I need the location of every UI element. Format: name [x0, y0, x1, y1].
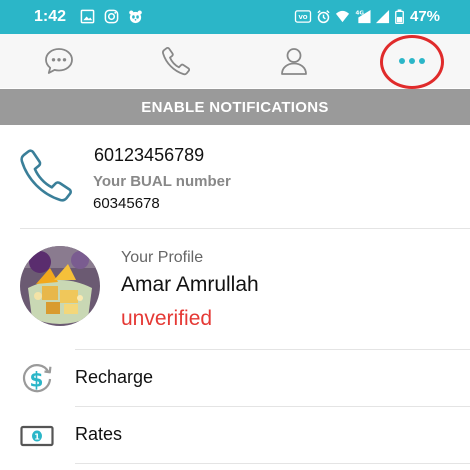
bual-number-label: Your BUAL number	[93, 173, 231, 190]
recharge-dollar-icon: $	[22, 364, 52, 393]
rates-cash-icon: 1	[20, 425, 54, 447]
status-bar: 1:42 VO 4G 47%	[0, 0, 470, 34]
chat-bubble-icon	[44, 48, 73, 74]
gallery-icon	[80, 9, 95, 24]
tab-bar	[0, 34, 470, 89]
tab-contacts[interactable]	[235, 34, 352, 88]
profile-section[interactable]: Your Profile Amar Amrullah unverified	[0, 229, 470, 349]
signal-icon	[375, 9, 390, 24]
wifi-icon	[335, 10, 350, 23]
phone-icon	[20, 149, 72, 202]
menu-item-rates[interactable]: 1 Rates	[0, 407, 470, 463]
menu-label-recharge: Recharge	[75, 367, 154, 387]
svg-text:1: 1	[34, 433, 40, 442]
svg-text:$: $	[30, 368, 44, 392]
profile-name: Amar Amrullah	[121, 273, 259, 296]
instagram-icon	[104, 9, 119, 24]
avatar	[20, 246, 100, 326]
volte-icon: VO	[294, 10, 312, 23]
battery-percentage: 47%	[410, 8, 441, 25]
svg-text:VO: VO	[298, 15, 307, 21]
person-icon	[280, 48, 307, 75]
profile-caption: Your Profile	[121, 249, 204, 266]
enable-notifications-button[interactable]: ENABLE NOTIFICATIONS	[0, 89, 470, 125]
tab-more[interactable]	[353, 34, 470, 88]
more-dots-icon	[398, 58, 425, 64]
status-time: 1:42	[34, 8, 67, 25]
phone-number-section: 60123456789 Your BUAL number 60345678	[0, 125, 470, 228]
panda-icon	[129, 10, 142, 24]
menu-item-recharge[interactable]: $ Recharge	[0, 350, 470, 406]
tab-calls[interactable]	[117, 34, 234, 88]
phone-icon	[161, 46, 190, 76]
bual-number: 60345678	[93, 195, 160, 212]
avatar-photo	[20, 246, 100, 326]
battery-icon	[395, 9, 404, 24]
lte-icon: 4G	[356, 9, 371, 24]
verification-status: unverified	[121, 307, 213, 330]
phone-number: 60123456789	[94, 145, 205, 165]
alarm-icon	[317, 10, 330, 24]
divider	[75, 463, 470, 464]
tab-chat[interactable]	[0, 34, 117, 88]
menu-label-rates: Rates	[75, 424, 123, 444]
